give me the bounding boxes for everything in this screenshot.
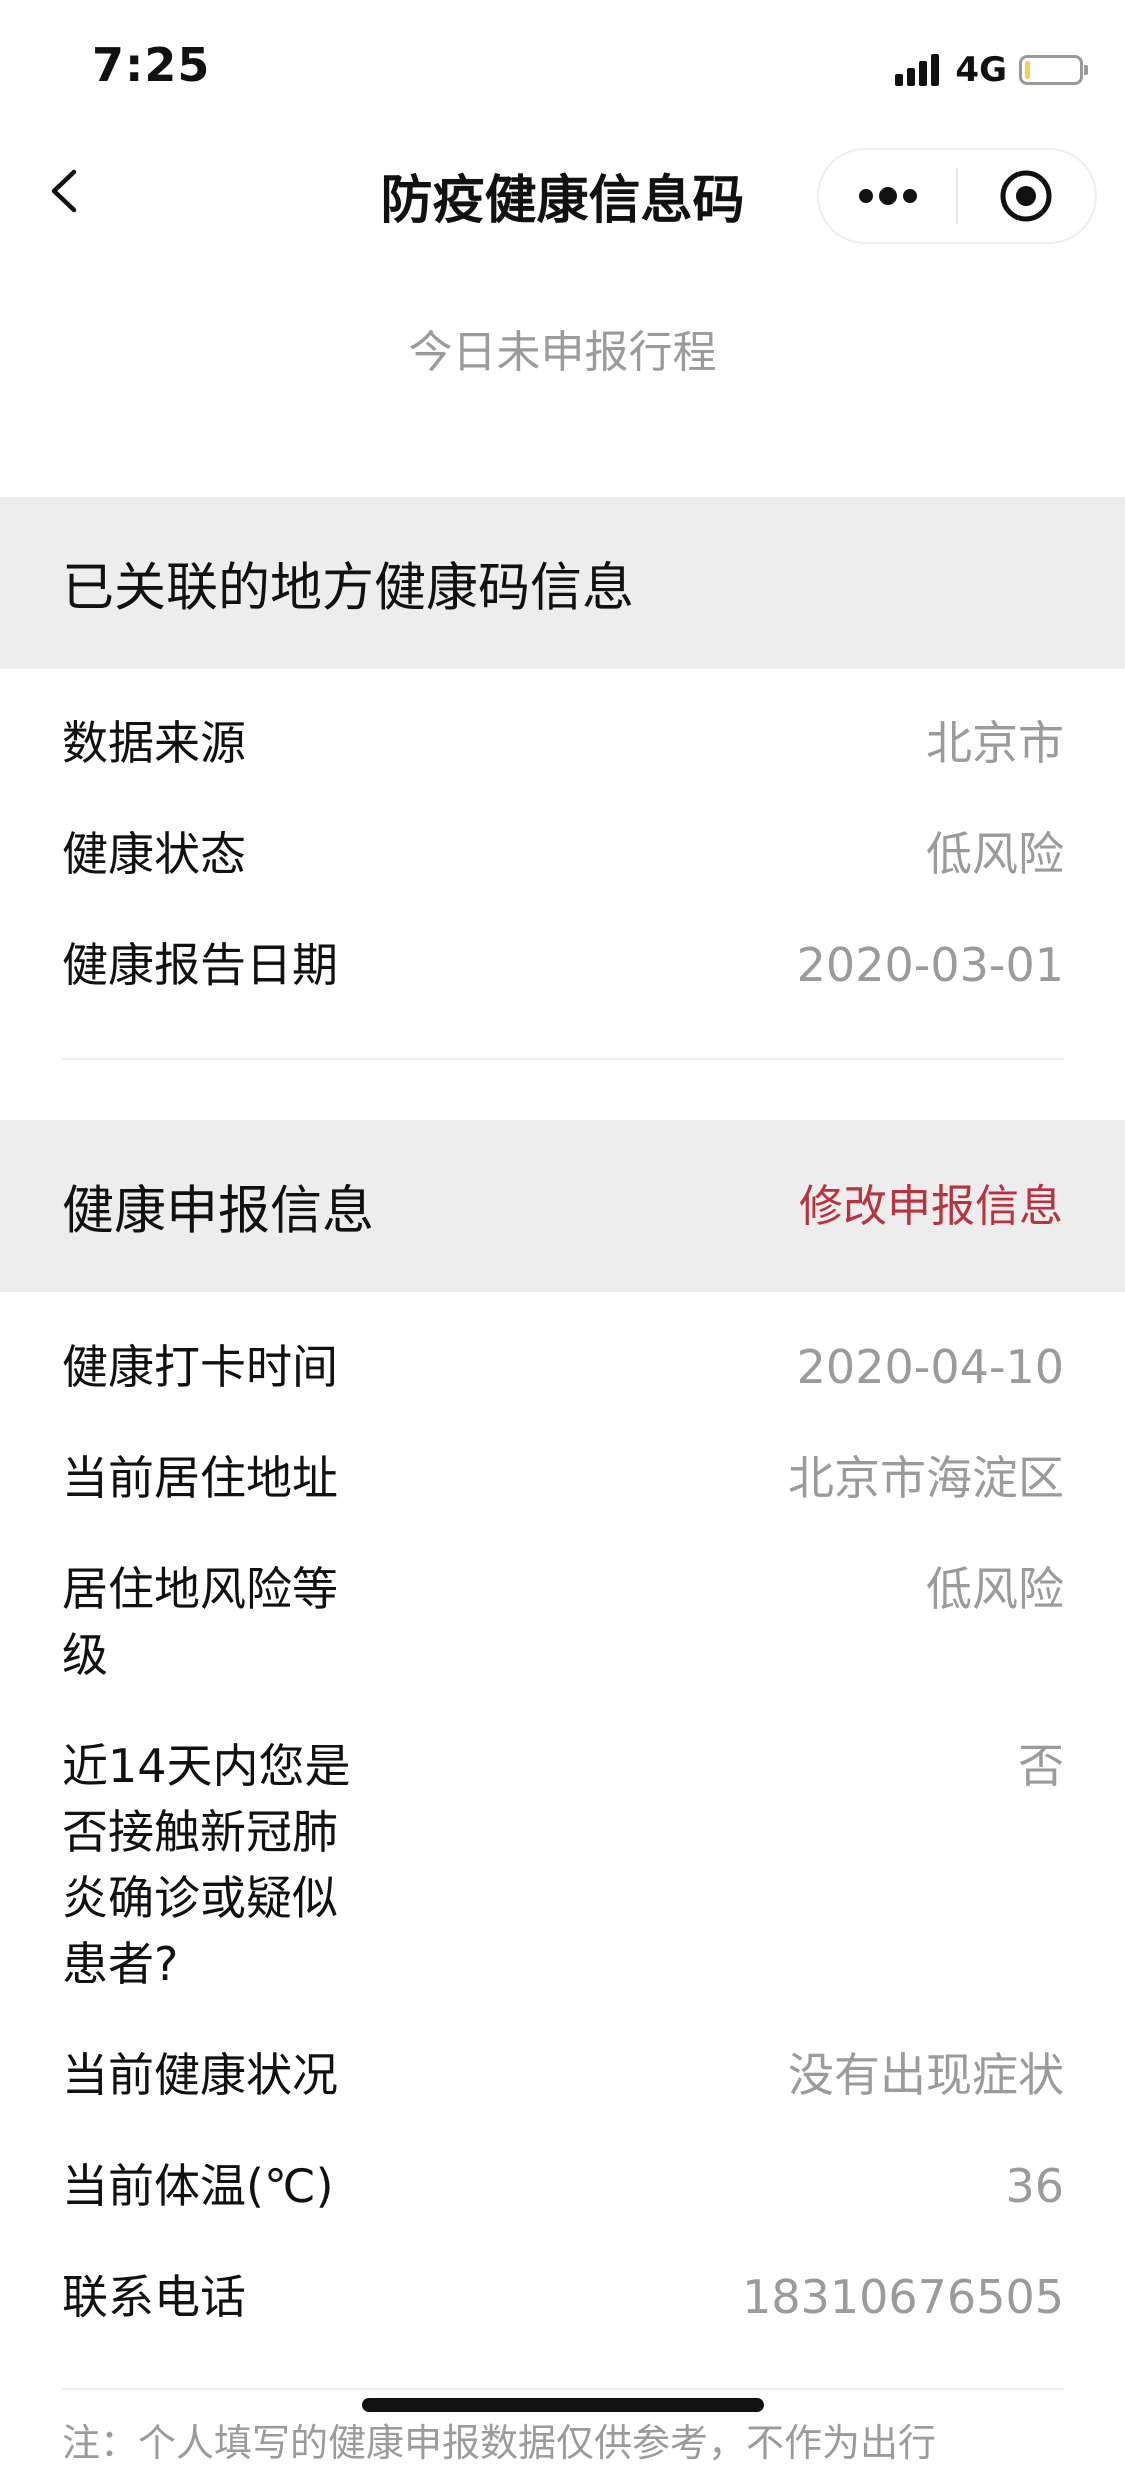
row-value: 低风险 bbox=[926, 1562, 1064, 1616]
declare-section-title: 健康申报信息 bbox=[62, 1181, 375, 1242]
row-label: 健康报告日期 bbox=[62, 938, 338, 992]
info-row: 联系电话 18310676505 bbox=[62, 2264, 1064, 2330]
row-value: 低风险 bbox=[926, 827, 1064, 881]
info-row: 健康打卡时间 2020-04-10 bbox=[62, 1334, 1064, 1400]
home-indicator[interactable] bbox=[362, 2398, 764, 2412]
info-row: 当前居住地址 北京市海淀区 bbox=[62, 1445, 1064, 1511]
battery-fill bbox=[1025, 61, 1030, 79]
section-divider bbox=[62, 1058, 1064, 1060]
footnote: 注：个人填写的健康申报数据仅供参考，不作为出行 bbox=[62, 2421, 937, 2465]
section-divider bbox=[62, 2388, 1064, 2390]
network-label: 4G bbox=[955, 50, 1007, 90]
declare-section-header: 健康申报信息 修改申报信息 bbox=[0, 1120, 1125, 1292]
edit-declaration-link[interactable]: 修改申报信息 bbox=[799, 1170, 1063, 1234]
row-value: 36 bbox=[1005, 2159, 1064, 2213]
row-label: 当前健康状况 bbox=[62, 2048, 338, 2102]
info-row: 健康报告日期 2020-03-01 bbox=[62, 932, 1064, 998]
info-row: 居住地风险等级 低风险 bbox=[62, 1556, 1064, 1688]
info-row: 当前健康状况 没有出现症状 bbox=[62, 2042, 1064, 2108]
row-value: 北京市 bbox=[926, 716, 1064, 770]
status-time: 7:25 bbox=[92, 38, 211, 92]
linked-section-header: 已关联的地方健康码信息 bbox=[0, 497, 1125, 669]
info-row: 健康状态 低风险 bbox=[62, 821, 1064, 887]
status-bar: 7:25 4G bbox=[0, 0, 1125, 136]
row-value: 否 bbox=[1018, 1739, 1064, 1793]
row-label: 健康状态 bbox=[62, 827, 246, 881]
target-close-icon[interactable] bbox=[958, 150, 1095, 242]
row-value: 2020-04-10 bbox=[796, 1340, 1064, 1394]
row-label: 当前体温(℃) bbox=[62, 2159, 334, 2213]
row-value: 2020-03-01 bbox=[796, 938, 1064, 992]
row-label: 居住地风险等级 bbox=[62, 1562, 338, 1682]
row-label: 当前居住地址 bbox=[62, 1451, 338, 1505]
trip-notice[interactable]: 今日未申报行程 bbox=[0, 316, 1125, 380]
miniprogram-capsule bbox=[817, 148, 1097, 244]
more-dots-icon[interactable] bbox=[819, 150, 956, 242]
info-row: 当前体温(℃) 36 bbox=[62, 2153, 1064, 2219]
row-value: 18310676505 bbox=[742, 2270, 1064, 2324]
row-value: 北京市海淀区 bbox=[788, 1451, 1064, 1505]
signal-icon bbox=[895, 54, 943, 86]
row-label: 近14天内您是否接触新冠肺炎确诊或疑似患者? bbox=[62, 1739, 351, 1991]
info-row: 近14天内您是否接触新冠肺炎确诊或疑似患者? 否 bbox=[62, 1733, 1064, 1997]
row-value: 没有出现症状 bbox=[788, 2048, 1064, 2102]
info-row: 数据来源 北京市 bbox=[62, 710, 1064, 776]
nav-bar: 防疫健康信息码 bbox=[0, 136, 1125, 248]
status-indicators: 4G bbox=[895, 50, 1088, 90]
linked-section-title: 已关联的地方健康码信息 bbox=[62, 558, 635, 619]
row-label: 数据来源 bbox=[62, 716, 246, 770]
row-label: 联系电话 bbox=[62, 2270, 246, 2324]
row-label: 健康打卡时间 bbox=[62, 1340, 338, 1394]
battery-icon bbox=[1019, 55, 1088, 85]
